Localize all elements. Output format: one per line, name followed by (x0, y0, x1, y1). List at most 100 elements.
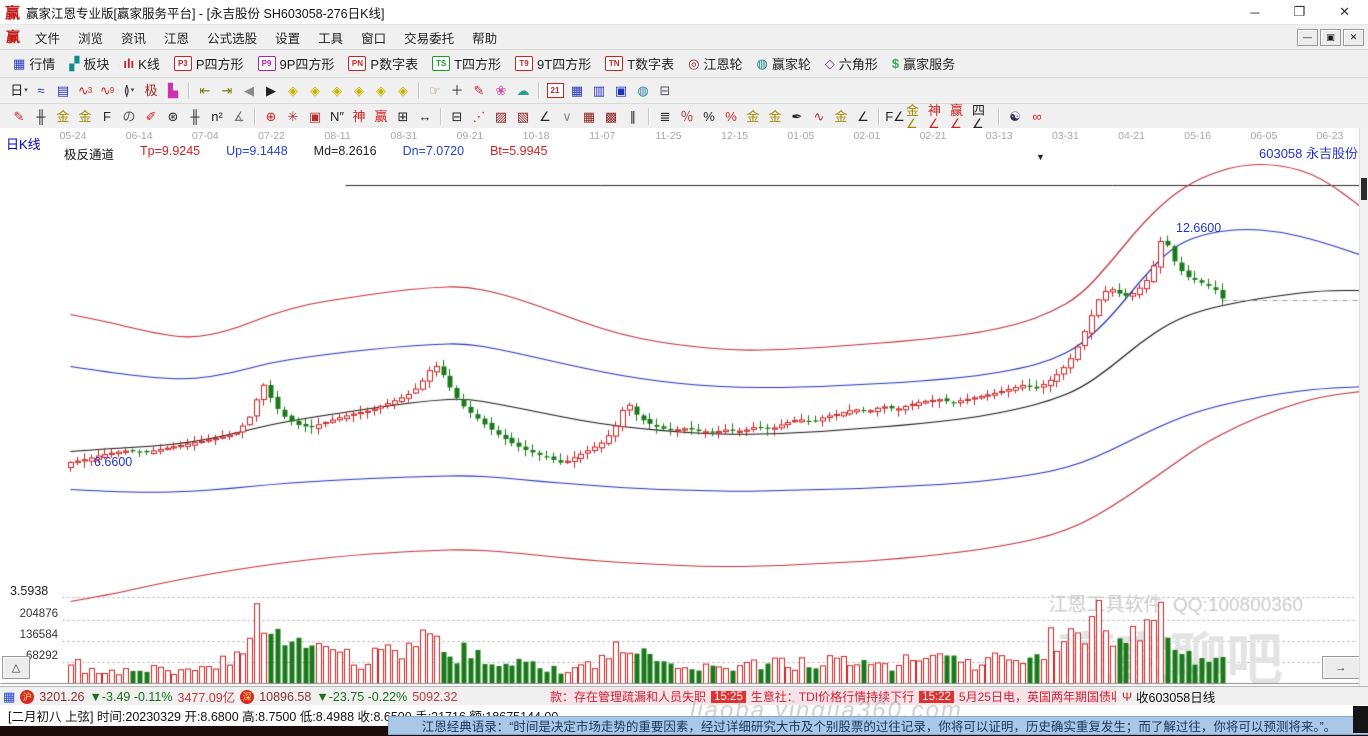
ruler-123-icon[interactable]: ⊞ (392, 107, 414, 127)
child-close-button[interactable]: ✕ (1343, 28, 1364, 46)
list-percent-icon[interactable]: ≣ (654, 107, 676, 127)
crosshair-icon[interactable]: ＋ (446, 81, 468, 101)
menu-item-交易委托[interactable]: 交易委托 (395, 28, 463, 47)
star-target-icon[interactable]: ✳ (282, 107, 304, 127)
taiji-icon[interactable]: ☯ (1004, 107, 1026, 127)
info-doc-icon[interactable]: ▤ (52, 81, 74, 101)
calendar-21-icon[interactable]: 21 (544, 81, 566, 101)
gold-lines-icon[interactable]: 金 (764, 107, 786, 127)
grid-lines-icon[interactable]: ╫ (184, 107, 206, 127)
gold-grid-1-icon[interactable]: 金 (52, 107, 74, 127)
menu-item-帮助[interactable]: 帮助 (463, 28, 506, 47)
percent-line-icon[interactable]: ％ (676, 107, 698, 127)
stats-globe-icon[interactable]: ◍ (632, 81, 654, 101)
tb1-gann-wheel[interactable]: ◎ 江恩轮 (681, 54, 749, 73)
shen-grid-icon[interactable]: 神 (348, 107, 370, 127)
shen-angle-icon[interactable]: 神∠ (928, 104, 950, 130)
gold-grid-2-icon[interactable]: 金 (74, 107, 96, 127)
compress-curve-icon[interactable]: ≈ (30, 81, 52, 101)
draw-pen-icon[interactable]: ✎ (8, 107, 30, 127)
goto-start-icon[interactable]: ⇤ (194, 81, 216, 101)
tb1-winner-wheel[interactable]: ◍ 赢家轮 (750, 54, 818, 73)
angle-le-icon[interactable]: ∠ (852, 107, 874, 127)
step-next-icon[interactable]: ▶ (260, 81, 282, 101)
n-square-icon[interactable]: n² (206, 107, 228, 127)
gold-lines-2-icon[interactable]: 金 (830, 107, 852, 127)
grid-red-1-icon[interactable]: ▦ (578, 107, 600, 127)
diamond-star-icon[interactable]: ◈ (392, 81, 414, 101)
gold-angle-icon[interactable]: 金∠ (906, 104, 928, 130)
hand-icon[interactable]: ☞ (424, 81, 446, 101)
save-icon[interactable]: ▣ (610, 81, 632, 101)
period-day-icon[interactable]: 日 ▾ (8, 81, 30, 101)
box-target-icon[interactable]: ▣ (304, 107, 326, 127)
si-angle-icon[interactable]: 四∠ (972, 104, 994, 130)
menu-item-浏览[interactable]: 浏览 (69, 28, 112, 47)
kline-chart-canvas[interactable] (0, 128, 1368, 686)
tb1-p9-square[interactable]: P9 9P四方形 (251, 54, 342, 73)
span-arrow-icon[interactable]: ↔ (414, 107, 436, 127)
scroll-right-button[interactable]: → (1322, 656, 1360, 679)
menu-item-公式选股[interactable]: 公式选股 (198, 28, 266, 47)
restore-button[interactable]: ❐ (1293, 4, 1305, 20)
child-minimize-button[interactable]: — (1297, 28, 1318, 46)
ying-angle-icon[interactable]: 赢∠ (950, 104, 972, 130)
v-lines-icon[interactable]: ∨ (556, 107, 578, 127)
menu-item-设置[interactable]: 设置 (266, 28, 309, 47)
tb1-sectors[interactable]: ▞ 板块 (62, 54, 116, 73)
calculator-icon[interactable]: ▦ (566, 81, 588, 101)
candle-style-icon[interactable]: ≬ ▾ (118, 81, 140, 101)
tb1-quotes[interactable]: ▦ 行情 (6, 54, 62, 73)
tb1-p-number[interactable]: PN P数字表 (341, 54, 425, 73)
menu-item-江恩[interactable]: 江恩 (155, 28, 198, 47)
diamond-left-icon[interactable]: ◈ (282, 81, 304, 101)
target-red-icon[interactable]: ⊕ (260, 107, 282, 127)
percent-red-icon[interactable]: % (720, 107, 742, 127)
mini-chart-9-icon[interactable]: ∿ 9 (96, 81, 118, 101)
ink-pen-icon[interactable]: ✒ (786, 107, 808, 127)
quotes-grid-icon[interactable]: ▦ (3, 689, 15, 705)
diamond-plus-icon[interactable]: ◈ (370, 81, 392, 101)
tb1-t-square[interactable]: TS T四方形 (425, 54, 508, 73)
angle-lines-icon[interactable]: ∠ (534, 107, 556, 127)
menu-item-文件[interactable]: 文件 (26, 28, 69, 47)
spiral-icon[interactable]: の (118, 107, 140, 127)
mark-pen-icon[interactable]: ✎ (468, 81, 490, 101)
diamond-right-icon[interactable]: ◈ (304, 81, 326, 101)
goto-end-icon[interactable]: ⇥ (216, 81, 238, 101)
step-prev-icon[interactable]: ◀ (238, 81, 260, 101)
infinity-icon[interactable]: ∞ (1026, 107, 1048, 127)
ying-grid-icon[interactable]: 赢 (370, 107, 392, 127)
export-print-icon[interactable]: ⊟ (654, 81, 676, 101)
frame-tool-icon[interactable]: ⊟ (446, 107, 468, 127)
jifan-channel-icon[interactable]: 极 (140, 81, 162, 101)
f-grid-icon[interactable]: F (96, 107, 118, 127)
fan-box-1-icon[interactable]: ▨ (490, 107, 512, 127)
tb1-t9-square[interactable]: T9 9T四方形 (508, 54, 598, 73)
fan-red-icon[interactable]: ⋰ (468, 107, 490, 127)
gann-grid-icon[interactable]: ╫ (30, 107, 52, 127)
tb1-kline[interactable]: ılı K线 (116, 54, 167, 73)
chart-pane[interactable]: 05-24 06-14 07-04 07-22 08-11 08-31 09-21 10-18… (0, 128, 1368, 686)
diamond-h-icon[interactable]: ◈ (326, 81, 348, 101)
close-button[interactable]: ✕ (1339, 4, 1350, 20)
color-chart-icon[interactable]: ▙ (162, 81, 184, 101)
tb1-hexagon[interactable]: ◇ 六角形 (818, 54, 885, 73)
n-wave-icon[interactable]: Ν″ (326, 107, 348, 127)
menu-item-资讯[interactable]: 资讯 (112, 28, 155, 47)
mini-chart-3-icon[interactable]: ∿ 3 (74, 81, 96, 101)
tb1-t-number[interactable]: TN T数字表 (598, 54, 681, 73)
cloud-icon[interactable]: ☁ (512, 81, 534, 101)
collapse-panel-button[interactable]: △ (2, 656, 30, 679)
flower-icon[interactable]: ❀ (490, 81, 512, 101)
f-angle-icon[interactable]: F∠ (884, 107, 906, 127)
brush-icon[interactable]: ✐ (140, 107, 162, 127)
diamond-x-icon[interactable]: ◈ (348, 81, 370, 101)
mirror-angle-icon[interactable]: ∡ (228, 107, 250, 127)
vertical-scrollbar[interactable] (1359, 128, 1368, 686)
minimize-button[interactable]: ─ (1250, 5, 1259, 20)
menu-item-窗口[interactable]: 窗口 (352, 28, 395, 47)
percent-icon[interactable]: % (698, 107, 720, 127)
gold-circle-icon[interactable]: 金 (742, 107, 764, 127)
tb1-p-square[interactable]: P3 P四方形 (167, 54, 251, 73)
